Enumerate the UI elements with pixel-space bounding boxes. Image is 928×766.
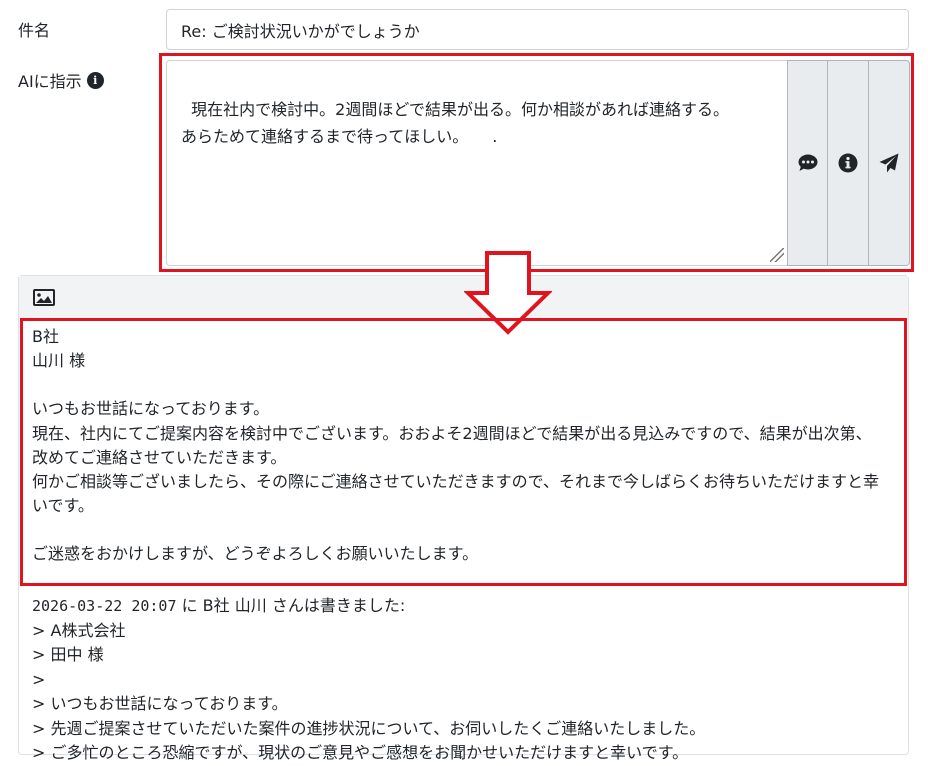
- paper-plane-icon: [879, 153, 899, 173]
- quote-line: > 田中 様: [32, 645, 104, 664]
- reply-line: 山川 様: [32, 351, 86, 371]
- reply-line: いです。: [32, 496, 94, 516]
- resize-handle[interactable]: [770, 248, 784, 262]
- chat-button[interactable]: [787, 60, 828, 266]
- quote-line: > ご多忙のところ恐縮ですが、現状のご意見やご感想をお聞かせいただけますと幸いで…: [32, 743, 689, 762]
- subject-label: 件名: [18, 21, 51, 40]
- ai-instruction-textarea[interactable]: 現在社内で検討中。2週間ほどで結果が出る。何か相談があれば連絡する。 あらためて…: [166, 60, 787, 266]
- reply-line: ご迷惑をおかけしますが、どうぞよろしくお願いいたします。: [32, 544, 479, 564]
- info-circle-icon: [838, 153, 858, 173]
- ai-instruction-text: 現在社内で検討中。2週間ほどで結果が出る。何か相談があれば連絡する。 あらためて…: [181, 100, 730, 146]
- image-icon[interactable]: [33, 288, 55, 306]
- reply-line: いつもお世話になっております。: [32, 399, 270, 419]
- quote-header: 2026-03-22 20:07 に B社 山川 さんは書きました:: [32, 594, 900, 619]
- quote-line: >: [32, 669, 46, 689]
- info-button[interactable]: [828, 60, 869, 266]
- reply-line: 現在、社内にてご提案内容を検討中でございます。おおよそ2週間ほどで結果が出る見込…: [32, 423, 872, 443]
- subject-value: Re: ご検討状況いかがでしょうか: [181, 21, 420, 41]
- subject-input[interactable]: Re: ご検討状況いかがでしょうか: [166, 9, 909, 50]
- quoted-message: 2026-03-22 20:07 に B社 山川 さんは書きました: > A株式…: [32, 594, 900, 766]
- quote-line: > いつもお世話になっております。: [32, 694, 288, 713]
- ai-instruction-label-text: AIに指示: [18, 72, 82, 91]
- info-icon[interactable]: i: [86, 71, 104, 89]
- reply-line: B社: [32, 327, 59, 346]
- comment-dots-icon: [798, 154, 817, 171]
- generated-reply-body[interactable]: B社山川 様いつもお世話になっております。現在、社内にてご提案内容を検討中でござ…: [32, 325, 900, 567]
- quote-line: > 先週ご提案させていただいた案件の進捗状況について、お伺いしたくご連絡いたしま…: [32, 718, 706, 738]
- quote-line: > A株式会社: [32, 620, 126, 640]
- reply-line: 何かご相談等ございましたら、その際にご連絡させていただきますので、それまで今しば…: [32, 472, 880, 492]
- reply-line: 改めてご連絡させていただきます。: [32, 447, 287, 467]
- quote-header-text: に B社 山川 さんは書きました:: [176, 596, 406, 615]
- reply-line: [32, 373, 900, 397]
- reply-line: [32, 518, 900, 542]
- quote-datetime: 2026-03-22 20:07: [32, 597, 177, 615]
- ai-instruction-label: AIに指示 i: [18, 68, 104, 92]
- send-button[interactable]: [869, 60, 910, 266]
- ai-action-buttons: [787, 60, 910, 266]
